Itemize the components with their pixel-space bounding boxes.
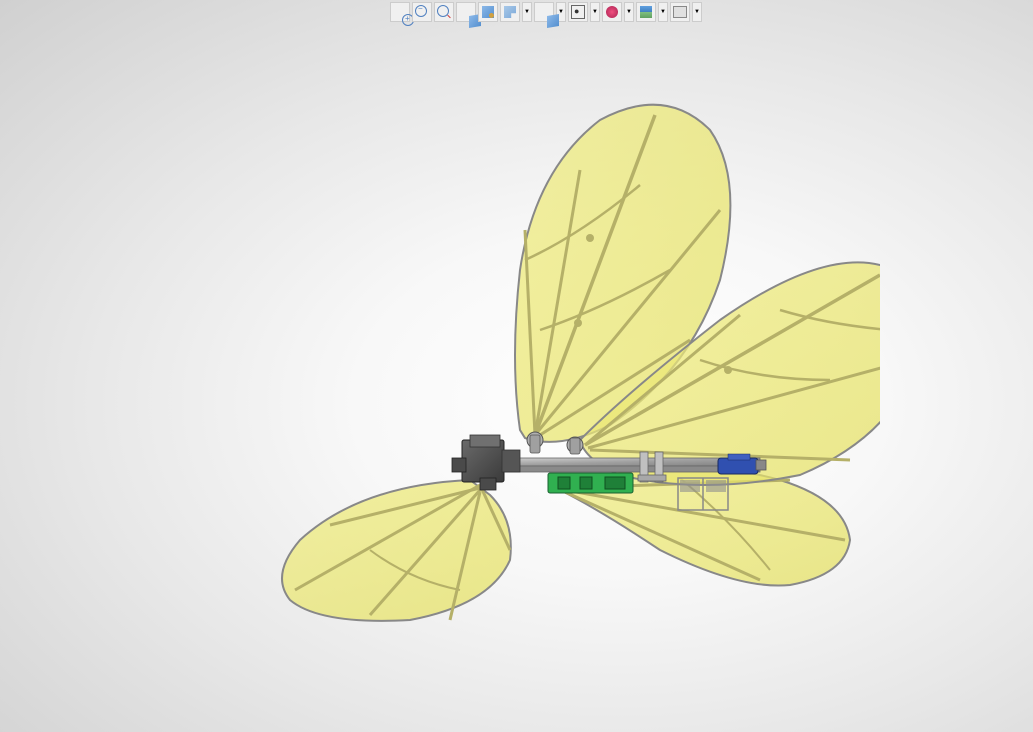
view-settings-button[interactable] bbox=[636, 2, 656, 22]
view-toolbar: ▼ ▼ ▼ ▼ ▼ ▼ bbox=[390, 2, 702, 22]
render-button[interactable] bbox=[670, 2, 690, 22]
display-style-button[interactable] bbox=[500, 2, 520, 22]
head-module bbox=[452, 435, 520, 490]
zoom-to-fit-button[interactable] bbox=[390, 2, 410, 22]
butterfly-model-svg bbox=[180, 80, 880, 700]
section-view-button[interactable] bbox=[456, 2, 476, 22]
tail-end bbox=[756, 460, 766, 470]
apply-scene-dropdown[interactable]: ▼ bbox=[624, 2, 634, 22]
cad-viewport[interactable]: ▼ ▼ ▼ ▼ ▼ ▼ bbox=[0, 0, 1033, 732]
view-settings-dropdown[interactable]: ▼ bbox=[658, 2, 668, 22]
view-orientation-button[interactable] bbox=[478, 2, 498, 22]
previous-view-button[interactable] bbox=[434, 2, 454, 22]
hide-show-button[interactable] bbox=[534, 2, 554, 22]
zoom-area-button[interactable] bbox=[412, 2, 432, 22]
render-dropdown[interactable]: ▼ bbox=[692, 2, 702, 22]
apply-scene-button[interactable] bbox=[602, 2, 622, 22]
lower-left-wing bbox=[282, 480, 511, 621]
display-style-dropdown[interactable]: ▼ bbox=[522, 2, 532, 22]
pcb-module bbox=[548, 473, 633, 493]
model-3d-view[interactable] bbox=[180, 80, 880, 700]
edit-appearance-button[interactable] bbox=[568, 2, 588, 22]
edit-appearance-dropdown[interactable]: ▼ bbox=[590, 2, 600, 22]
